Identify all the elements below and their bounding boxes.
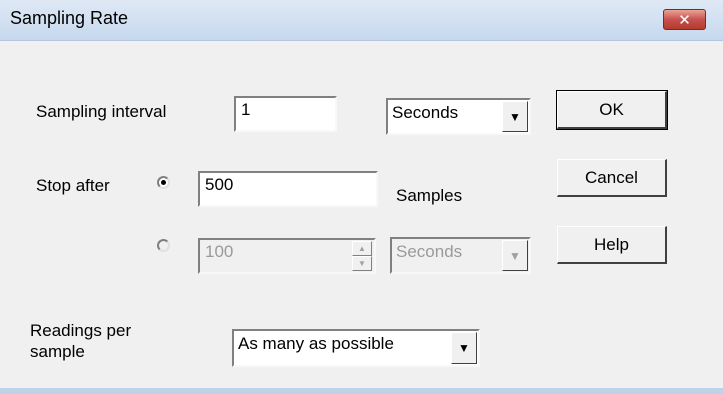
close-button[interactable]: ✕ xyxy=(663,9,706,30)
samples-units-label: Samples xyxy=(396,186,463,205)
chevron-down-icon[interactable]: ▼ xyxy=(502,101,528,132)
readings-per-sample-select[interactable]: As many as possible ▼ xyxy=(232,329,480,367)
stop-after-time-spinner[interactable]: ▲ ▼ xyxy=(352,241,372,271)
stop-after-label: Stop after xyxy=(36,176,110,195)
spin-up-icon[interactable]: ▲ xyxy=(352,241,372,256)
window-title: Sampling Rate xyxy=(10,8,129,28)
readings-per-sample-value: As many as possible xyxy=(238,334,394,353)
help-button-label: Help xyxy=(594,234,629,254)
radio-selected-dot xyxy=(161,180,166,185)
stop-after-samples-value: 500 xyxy=(205,175,234,194)
stop-after-samples-radio[interactable] xyxy=(157,176,170,189)
close-icon: ✕ xyxy=(678,11,691,29)
readings-per-sample-label-line1: Readings per xyxy=(30,321,132,340)
window-bottom-border xyxy=(0,388,723,394)
sampling-interval-label: Sampling interval xyxy=(36,102,167,121)
spin-down-icon[interactable]: ▼ xyxy=(352,256,372,271)
stop-after-time-input[interactable]: 100 xyxy=(198,238,376,274)
sampling-rate-dialog: Sampling Rate ✕ Sampling interval 1 Seco… xyxy=(0,0,723,394)
ok-button-label: OK xyxy=(599,99,624,119)
sampling-interval-input[interactable]: 1 xyxy=(234,96,337,132)
cancel-button[interactable]: Cancel xyxy=(557,159,667,197)
sampling-interval-value: 1 xyxy=(241,100,251,119)
sampling-interval-units-select[interactable]: Seconds ▼ xyxy=(386,98,531,135)
stop-after-time-radio[interactable] xyxy=(157,239,170,252)
chevron-down-icon[interactable]: ▼ xyxy=(502,240,528,271)
stop-after-samples-input[interactable]: 500 xyxy=(198,171,378,207)
title-bar[interactable]: Sampling Rate ✕ xyxy=(0,0,723,41)
help-button[interactable]: Help xyxy=(557,226,667,264)
cancel-button-label: Cancel xyxy=(585,167,638,187)
readings-per-sample-label-line2: sample xyxy=(30,342,85,361)
sampling-interval-units-value: Seconds xyxy=(392,103,459,122)
chevron-down-icon[interactable]: ▼ xyxy=(451,332,477,364)
stop-after-time-value: 100 xyxy=(205,242,234,261)
ok-button[interactable]: OK xyxy=(556,90,668,130)
stop-after-time-units-value: Seconds xyxy=(396,242,463,261)
stop-after-time-units-select[interactable]: Seconds ▼ xyxy=(390,237,531,274)
